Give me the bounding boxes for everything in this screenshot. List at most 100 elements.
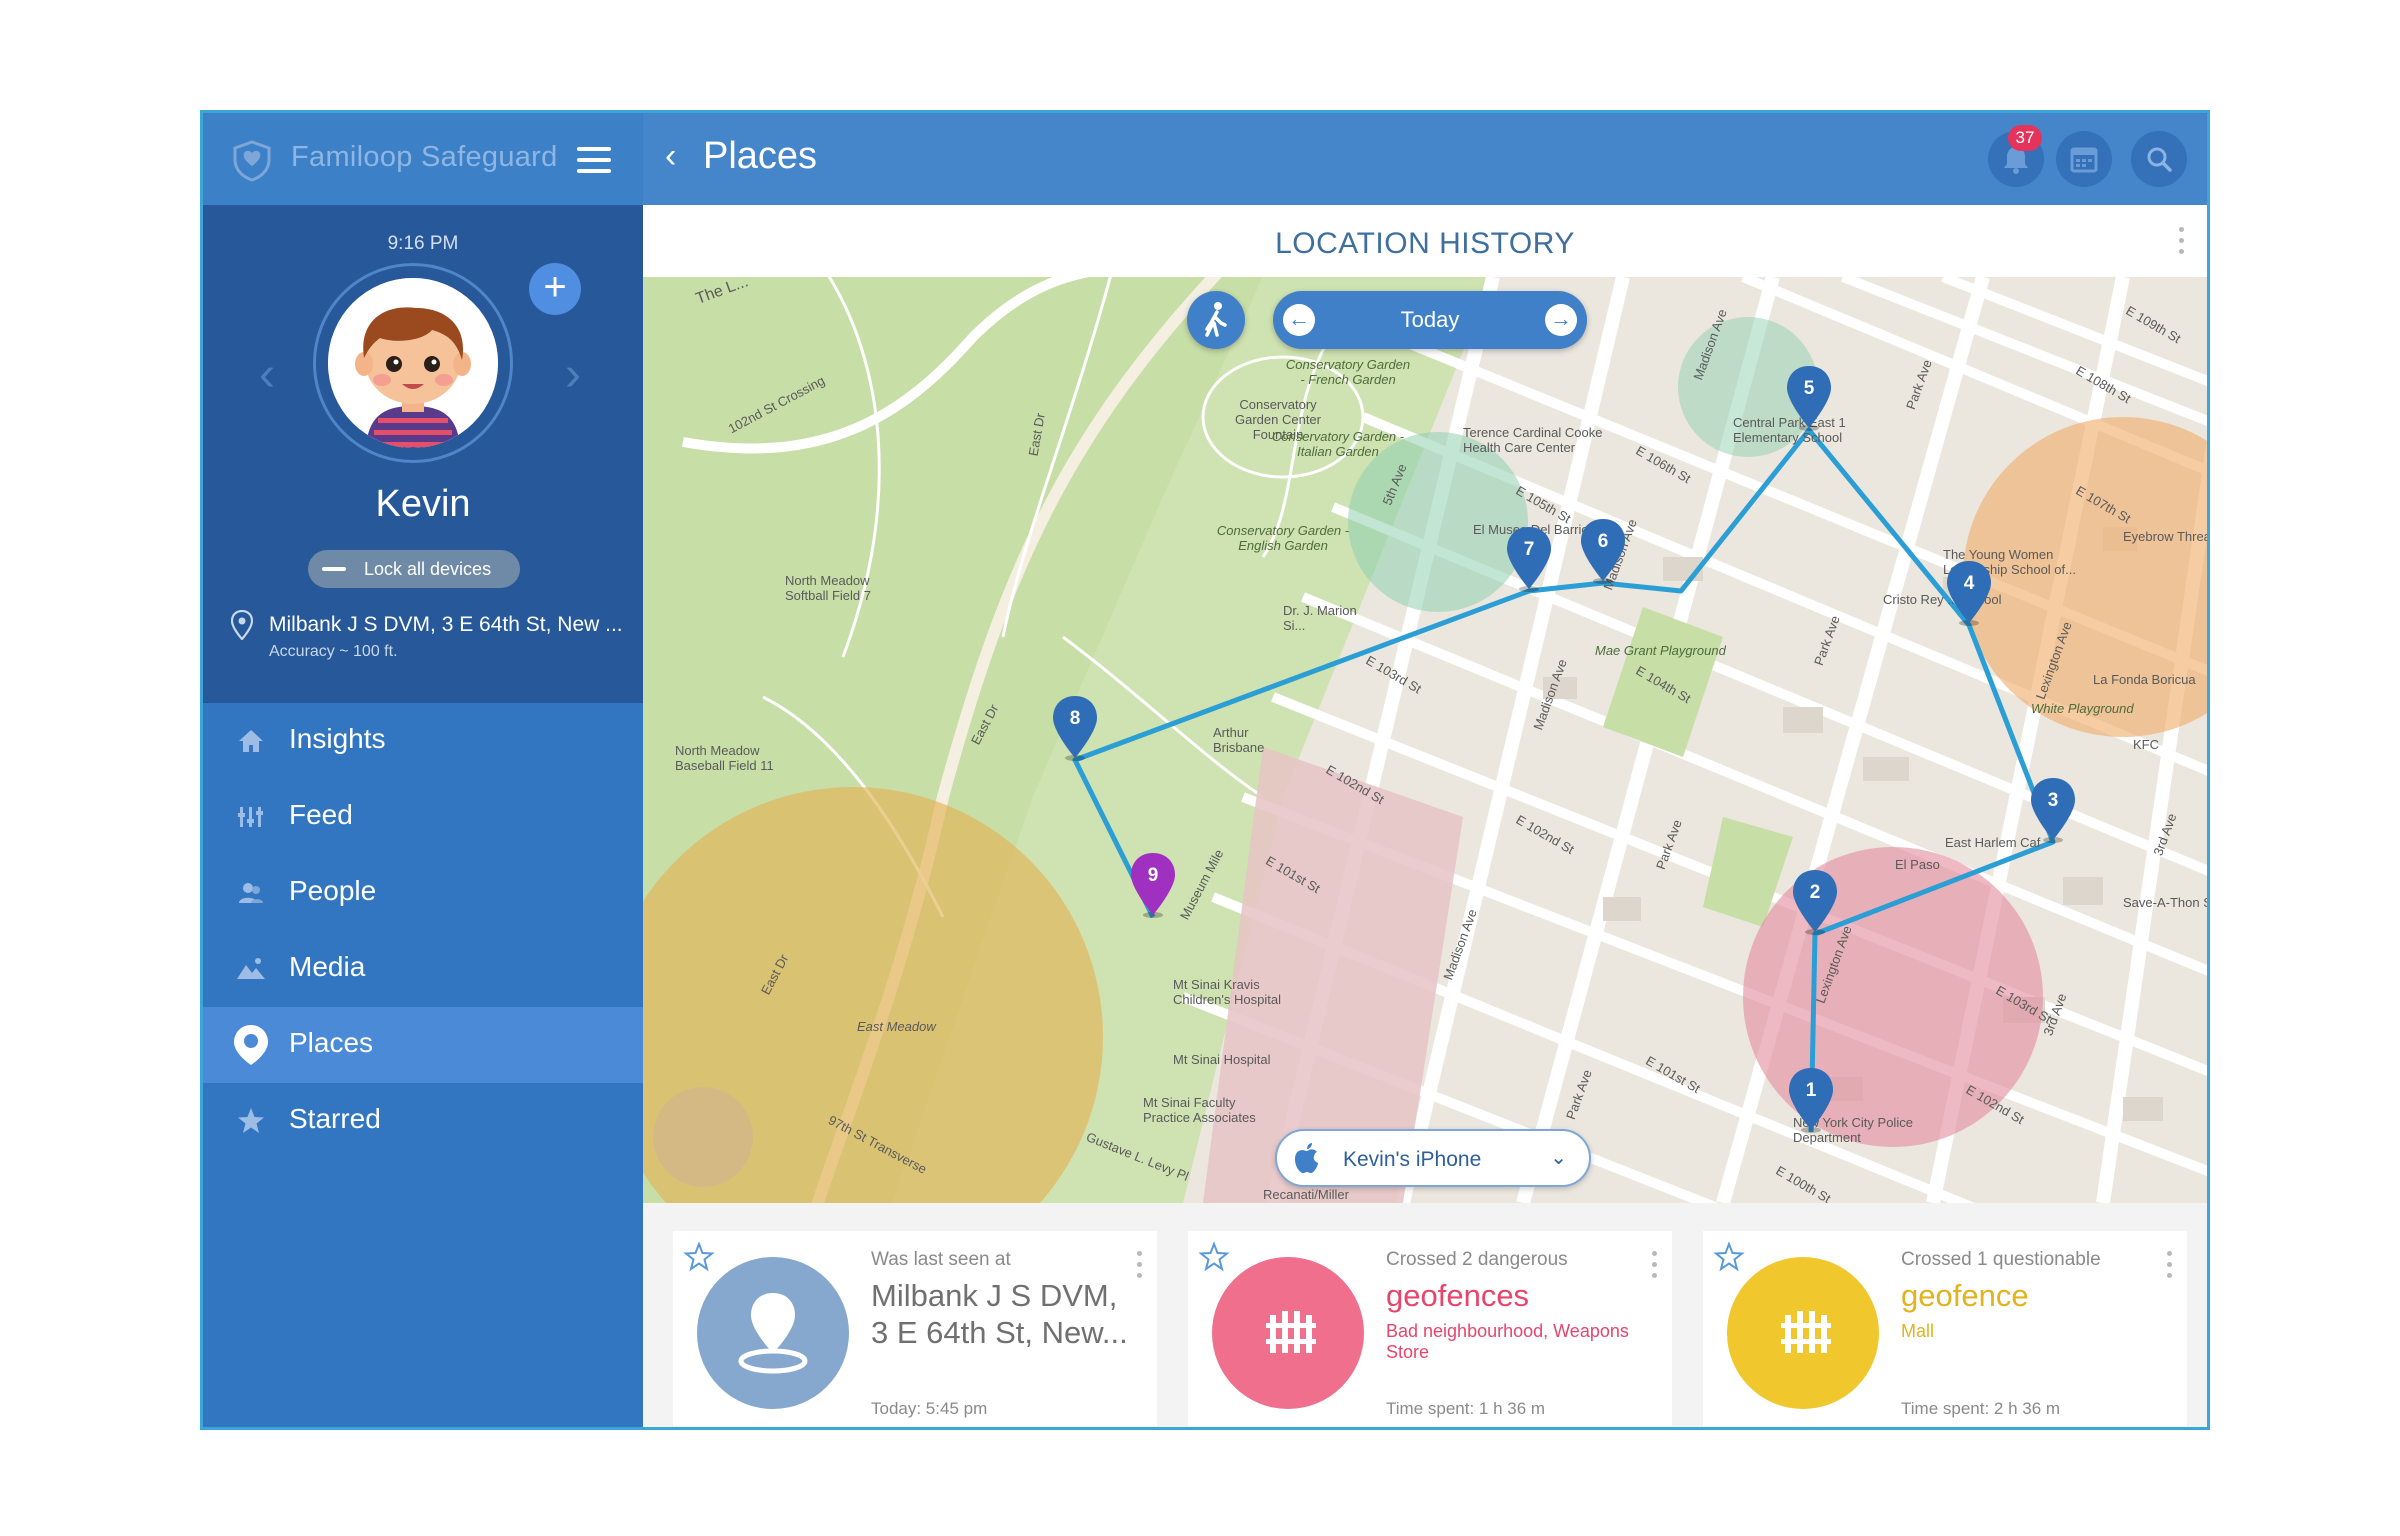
map-label: E 108th St [2073, 362, 2134, 407]
route-marker-label: 5 [1803, 378, 1815, 399]
route-marker-3[interactable]: 3 [2028, 776, 2078, 844]
map-label: E 107th St [2073, 482, 2134, 527]
location-map[interactable]: Conservatory Garden - French Garden Cons… [643, 277, 2207, 1203]
next-day-button[interactable]: → [1545, 304, 1577, 336]
lock-all-devices-button[interactable]: Lock all devices [308, 550, 520, 588]
card-caption: Crossed 1 questionable [1901, 1249, 2101, 1270]
section-title: LOCATION HISTORY [1275, 227, 1575, 260]
map-label: Park Ave [1562, 1067, 1595, 1122]
more-options-icon[interactable] [2167, 1251, 2173, 1284]
map-label: 102nd St Crossing [725, 372, 828, 437]
sidebar-item-places[interactable]: Places [203, 1007, 643, 1083]
people-icon [239, 883, 263, 903]
avatar[interactable] [328, 278, 498, 448]
sidebar-item-media[interactable]: Media [203, 931, 643, 1007]
more-options-icon[interactable] [2179, 227, 2185, 260]
card-caption: Was last seen at [871, 1249, 1011, 1270]
map-label: E 104th St [1633, 662, 1694, 707]
more-options-icon[interactable] [1137, 1251, 1143, 1284]
more-options-icon[interactable] [1652, 1251, 1658, 1284]
map-label: E 102nd St [1963, 1081, 2027, 1128]
card-detail: Mall [1901, 1321, 1935, 1341]
chevron-down-icon: ⌄ [1550, 1147, 1567, 1169]
map-label: North Meadow Baseball Field 11 [675, 743, 774, 773]
route-marker-label: 6 [1597, 531, 1609, 552]
map-label: E 100th St [1773, 1162, 1834, 1203]
summary-card-dangerous[interactable]: Crossed 2 dangerous geofences Bad neighb… [1188, 1231, 1672, 1427]
map-label: Conservatory Garden - English Garden [1216, 523, 1350, 553]
route-marker-5[interactable]: 5 [1784, 364, 1834, 432]
date-selector: ← Today → [1273, 291, 1587, 349]
map-label: E 109th St [2123, 302, 2184, 347]
card-icon-circle [1727, 1257, 1879, 1409]
route-marker-8[interactable]: 8 [1050, 694, 1100, 762]
map-label: Dr. J. Marion Si... [1283, 603, 1357, 633]
route-marker-2[interactable]: 2 [1790, 868, 1840, 936]
sidebar-item-insights[interactable]: Insights [203, 703, 643, 779]
date-label: Today [1400, 307, 1460, 332]
map-label: White Playground [2031, 701, 2134, 716]
summary-card-questionable[interactable]: Crossed 1 questionable geofence Mall Tim… [1703, 1231, 2187, 1427]
route-marker-label: 8 [1069, 708, 1081, 729]
sidebar: Familoop Safeguard 9:16 PM ‹ › + Kevin L… [203, 113, 643, 1427]
map-label: Park Ave [1902, 357, 1935, 412]
sidebar-item-starred[interactable]: Starred [203, 1083, 643, 1159]
route-marker-6[interactable]: 6 [1578, 517, 1628, 585]
minus-icon [322, 567, 346, 571]
map-label: KFC [2133, 737, 2159, 752]
route-marker-label: 3 [2047, 790, 2059, 811]
sidebar-item-label: Feed [289, 799, 353, 830]
fence-icon [1781, 1311, 1831, 1353]
device-selector[interactable]: Kevin's iPhone ⌄ [1275, 1129, 1591, 1187]
map-label: Madison Ave [1690, 307, 1730, 382]
route-marker-label: 2 [1809, 882, 1821, 903]
app-name: Familoop Safeguard [291, 141, 558, 173]
search-button[interactable] [2131, 131, 2187, 187]
map-label: The L... [693, 277, 751, 308]
route-marker-4[interactable]: 4 [1944, 559, 1994, 627]
prev-profile-icon[interactable]: ‹ [259, 347, 275, 402]
card-caption: Crossed 2 dangerous [1386, 1249, 1568, 1270]
lock-button-label: Lock all devices [364, 559, 492, 579]
walk-mode-button[interactable] [1187, 291, 1245, 349]
sidebar-item-people[interactable]: People [203, 855, 643, 931]
map-label: 5th Ave [1379, 461, 1410, 508]
map-label: Recanati/Miller [1263, 1187, 1349, 1202]
location-accuracy: Accuracy ~ 100 ft. [269, 643, 398, 660]
calendar-button[interactable] [2056, 131, 2112, 187]
sidebar-item-feed[interactable]: Feed [203, 779, 643, 855]
map-label: Lexington Ave [2032, 619, 2075, 702]
next-profile-icon[interactable]: › [565, 347, 581, 402]
media-icon [237, 958, 265, 979]
route-marker-label: 4 [1963, 573, 1975, 594]
location-pin-icon [231, 610, 253, 640]
map-label: Conservatory Garden - Italian Garden [1271, 429, 1405, 459]
map-label: Mae Grant Playground [1595, 643, 1726, 658]
location-history-header: LOCATION HISTORY [643, 205, 2207, 277]
star-icon [238, 1108, 264, 1133]
card-footer: Time spent: 2 h 36 m [1901, 1399, 2061, 1418]
add-person-button[interactable]: + [529, 263, 581, 315]
avatar-ring [313, 263, 513, 463]
map-label: Mt Sinai Hospital [1173, 1052, 1271, 1067]
card-detail: Bad neighbourhood, Weapons Store [1386, 1321, 1629, 1362]
sidebar-header: Familoop Safeguard [203, 113, 643, 205]
map-label: Madison Ave [1440, 907, 1480, 982]
content-area: LOCATION HISTORY Conservatory Garden - F… [643, 205, 2207, 1427]
map-label: E 103rd St [1363, 652, 1425, 697]
back-icon[interactable]: ‹ [665, 137, 676, 176]
route-marker-label: 9 [1147, 865, 1159, 886]
card-icon-circle [1212, 1257, 1364, 1409]
route-marker-7[interactable]: 7 [1504, 525, 1554, 593]
route-marker-9[interactable]: 9 [1128, 851, 1178, 919]
card-footer: Today: 5:45 pm [871, 1399, 988, 1418]
map-label: Terence Cardinal Cooke Health Care Cente… [1463, 425, 1603, 455]
notifications-button[interactable]: 37 [1988, 125, 2044, 187]
map-label: Mt Sinai Faculty Practice Associates [1143, 1095, 1256, 1125]
menu-icon[interactable] [577, 147, 611, 173]
summary-card-last-seen[interactable]: Was last seen at Milbank J S DVM, 3 E 64… [673, 1231, 1157, 1427]
map-label: E 102nd St [1513, 811, 1577, 858]
calendar-icon [2070, 147, 2098, 173]
route-marker-1[interactable]: 1 [1786, 1066, 1836, 1134]
profile-name: Kevin [375, 483, 471, 525]
